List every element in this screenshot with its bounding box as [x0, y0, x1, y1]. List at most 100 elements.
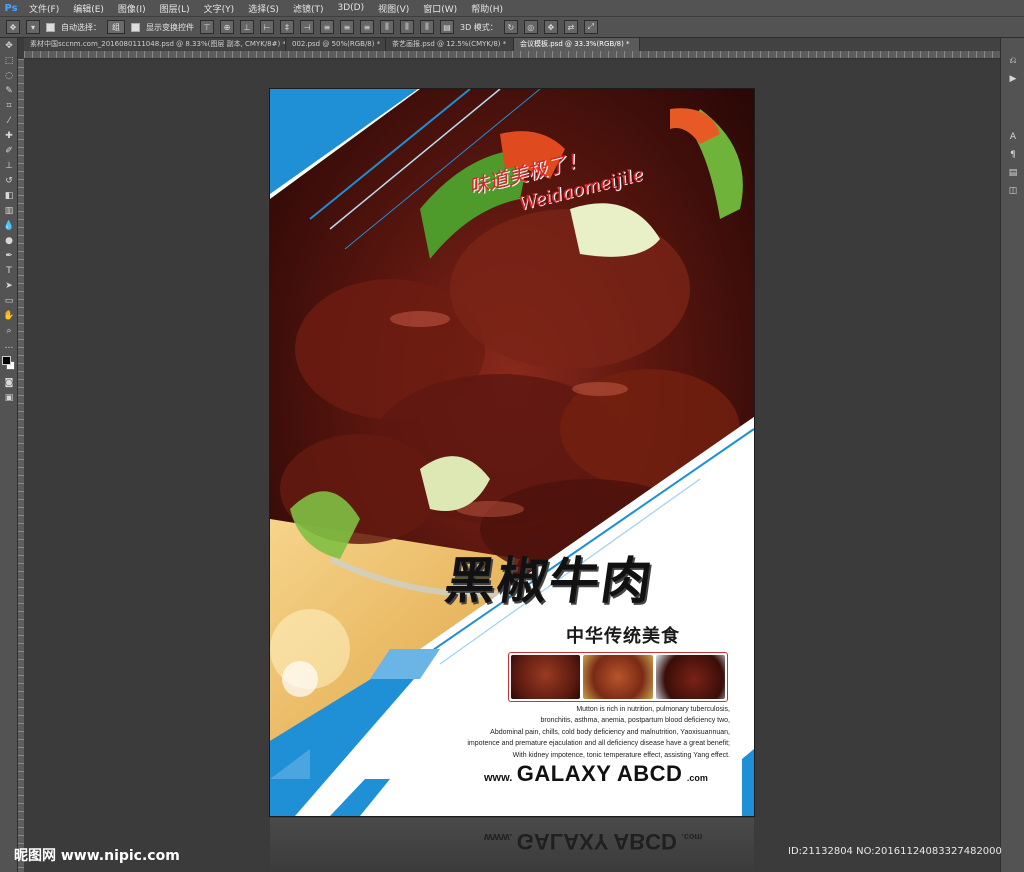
color-swatches[interactable] [0, 353, 17, 375]
layers-panel-icon[interactable]: ◫ [1001, 182, 1024, 200]
3d-slide-icon[interactable]: ⇄ [563, 20, 578, 34]
auto-select-label: 自动选择： [61, 22, 101, 32]
align-left-icon[interactable]: ⊢ [260, 20, 274, 34]
healing-brush-tool-icon[interactable]: ✚ [0, 128, 18, 143]
3d-rotate-icon[interactable]: ↻ [503, 20, 518, 34]
poster-title: 黑椒牛肉 [441, 551, 658, 610]
clone-stamp-tool-icon[interactable]: ⊥ [0, 158, 18, 173]
character-panel-icon[interactable]: A [1001, 128, 1024, 146]
dish-thumbnails [508, 652, 728, 702]
dish-thumbnail-3 [655, 655, 725, 699]
align-top-icon[interactable]: ⊤ [200, 20, 214, 34]
tab-document-3[interactable]: 茶艺画报.psd @ 12.5%(CMYK/8) * [386, 38, 514, 51]
watermark-site: 昵图网 www.nipic.com [14, 848, 180, 864]
website-suffix: .com [686, 773, 708, 783]
description-line: With kidney impotence, tonic temperature… [512, 751, 730, 759]
document-tabs: 素材中国sccnm.com_2016080111048.psd @ 8.33%(… [24, 38, 1000, 51]
tools-panel: ✥ ⬚ ◌ ✎ ⌗ ⁄ ✚ ✐ ⊥ ↺ ◧ ▥ 💧 ● ✒ T ➤ ▭ ✋ ⌕ … [0, 38, 18, 872]
type-tool-icon[interactable]: T [0, 263, 18, 278]
menu-layer[interactable]: 图层(L) [153, 2, 197, 15]
description-line: Mutton is rich in nutrition, pulmonary t… [576, 706, 730, 713]
distribute-center-icon[interactable]: ⫼ [400, 20, 414, 34]
zoom-tool-icon[interactable]: ⌕ [0, 323, 18, 338]
screen-mode-icon[interactable]: ▣ [0, 390, 18, 405]
distribute-middle-icon[interactable]: ≡ [340, 20, 354, 34]
website-name: GALAXY ABCD [516, 761, 683, 786]
canvas-area[interactable]: 味道美极了！ Weidaomeijile 黑椒牛肉 中华传统美食 Mutton … [24, 60, 1000, 872]
3d-mode-label: 3D 模式： [460, 22, 498, 32]
properties-panel-icon[interactable]: ▤ [1001, 164, 1024, 182]
dish-thumbnail-2 [583, 655, 653, 699]
description-line: bronchitis, asthma, anemia, postpartum b… [540, 717, 731, 725]
marquee-tool-icon[interactable]: ⬚ [0, 53, 18, 68]
move-tool-icon[interactable]: ✥ [6, 20, 20, 34]
eraser-tool-icon[interactable]: ◧ [0, 188, 18, 203]
menu-filter[interactable]: 滤镜(T) [286, 2, 331, 15]
chevron-down-icon[interactable]: ▾ [26, 20, 40, 34]
crop-tool-icon[interactable]: ⌗ [0, 98, 18, 113]
align-middle-icon[interactable]: ⊕ [220, 20, 234, 34]
reflected-website-name: GALAXY ABCD [516, 829, 677, 854]
watermark-id: ID:21132804 NO:20161124083327482000 [788, 846, 1002, 857]
menu-type[interactable]: 文字(Y) [197, 2, 242, 15]
photoshop-logo-icon: Ps [4, 2, 18, 14]
move-tool-icon[interactable]: ✥ [0, 38, 18, 53]
shape-tool-icon[interactable]: ▭ [0, 293, 18, 308]
brush-tool-icon[interactable]: ✐ [0, 143, 18, 158]
3d-scale-icon[interactable]: ⤢ [583, 20, 598, 34]
poster-description: Mutton is rich in nutrition, pulmonary t… [446, 704, 730, 761]
auto-align-icon[interactable]: ▤ [440, 20, 454, 34]
blur-tool-icon[interactable]: 💧 [0, 218, 18, 233]
menu-view[interactable]: 视图(V) [371, 2, 416, 15]
photoshop-window: Ps 文件(F) 编辑(E) 图像(I) 图层(L) 文字(Y) 选择(S) 滤… [0, 0, 1024, 872]
show-transform-label: 显示变换控件 [146, 22, 194, 32]
menu-image[interactable]: 图像(I) [111, 2, 153, 15]
3d-roll-icon[interactable]: ◎ [523, 20, 538, 34]
paragraph-panel-icon[interactable]: ¶ [1001, 146, 1024, 164]
menu-select[interactable]: 选择(S) [241, 2, 286, 15]
history-brush-tool-icon[interactable]: ↺ [0, 173, 18, 188]
actions-panel-icon[interactable]: ▶ [1001, 70, 1024, 88]
dodge-tool-icon[interactable]: ● [0, 233, 18, 248]
quick-mask-icon[interactable]: ◙ [0, 375, 18, 390]
menu-edit[interactable]: 编辑(E) [66, 2, 111, 15]
auto-select-dropdown[interactable]: 组 [107, 20, 125, 34]
menu-window[interactable]: 窗口(W) [416, 2, 464, 15]
horizontal-ruler[interactable] [24, 51, 1000, 59]
align-center-icon[interactable]: ‡ [280, 20, 294, 34]
menu-file[interactable]: 文件(F) [22, 2, 66, 15]
right-panel-strip: ⎌ ▶ A ¶ ▤ ◫ [1000, 38, 1024, 872]
distribute-right-icon[interactable]: ⫼ [420, 20, 434, 34]
hand-tool-icon[interactable]: ✋ [0, 308, 18, 323]
3d-pan-icon[interactable]: ✥ [543, 20, 558, 34]
poster-website: www. GALAXY ABCD .com [484, 761, 708, 787]
show-transform-checkbox[interactable] [131, 22, 140, 32]
tab-document-1[interactable]: 素材中国sccnm.com_2016080111048.psd @ 8.33%(… [24, 38, 286, 51]
options-bar: ✥ ▾ 自动选择： 组 显示变换控件 ⊤ ⊕ ⊥ ⊢ ‡ ⊣ ≡ ≡ ≡ ⫼ ⫼… [0, 16, 1024, 38]
poster-subtitle: 中华传统美食 [566, 626, 680, 647]
pen-tool-icon[interactable]: ✒ [0, 248, 18, 263]
reflected-website-suffix: .com [681, 832, 703, 842]
distribute-top-icon[interactable]: ≡ [320, 20, 334, 34]
reflected-website-prefix: www. [484, 831, 513, 843]
gradient-tool-icon[interactable]: ▥ [0, 203, 18, 218]
history-panel-icon[interactable]: ⎌ [1001, 52, 1024, 70]
menu-3d[interactable]: 3D(D) [330, 3, 371, 13]
more-tools-icon[interactable]: … [0, 338, 18, 353]
description-line: impotence and premature ejaculation and … [467, 740, 730, 748]
tab-document-active[interactable]: 会议模板.psd @ 33.3%(RGB/8) * [514, 38, 640, 51]
align-right-icon[interactable]: ⊣ [300, 20, 314, 34]
poster-reflection: www. GALAXY ABCD .com [270, 818, 754, 872]
menu-help[interactable]: 帮助(H) [464, 2, 510, 15]
lasso-tool-icon[interactable]: ◌ [0, 68, 18, 83]
eyedropper-tool-icon[interactable]: ⁄ [0, 113, 18, 128]
quick-select-tool-icon[interactable]: ✎ [0, 83, 18, 98]
distribute-bottom-icon[interactable]: ≡ [360, 20, 374, 34]
path-select-tool-icon[interactable]: ➤ [0, 278, 18, 293]
auto-select-checkbox[interactable] [46, 22, 55, 32]
distribute-left-icon[interactable]: ⫼ [380, 20, 394, 34]
poster-document[interactable]: 味道美极了！ Weidaomeijile 黑椒牛肉 中华传统美食 Mutton … [270, 89, 754, 816]
tab-document-2[interactable]: 002.psd @ 50%(RGB/8) * [286, 38, 386, 51]
align-bottom-icon[interactable]: ⊥ [240, 20, 254, 34]
foreground-color-swatch[interactable] [2, 356, 11, 365]
